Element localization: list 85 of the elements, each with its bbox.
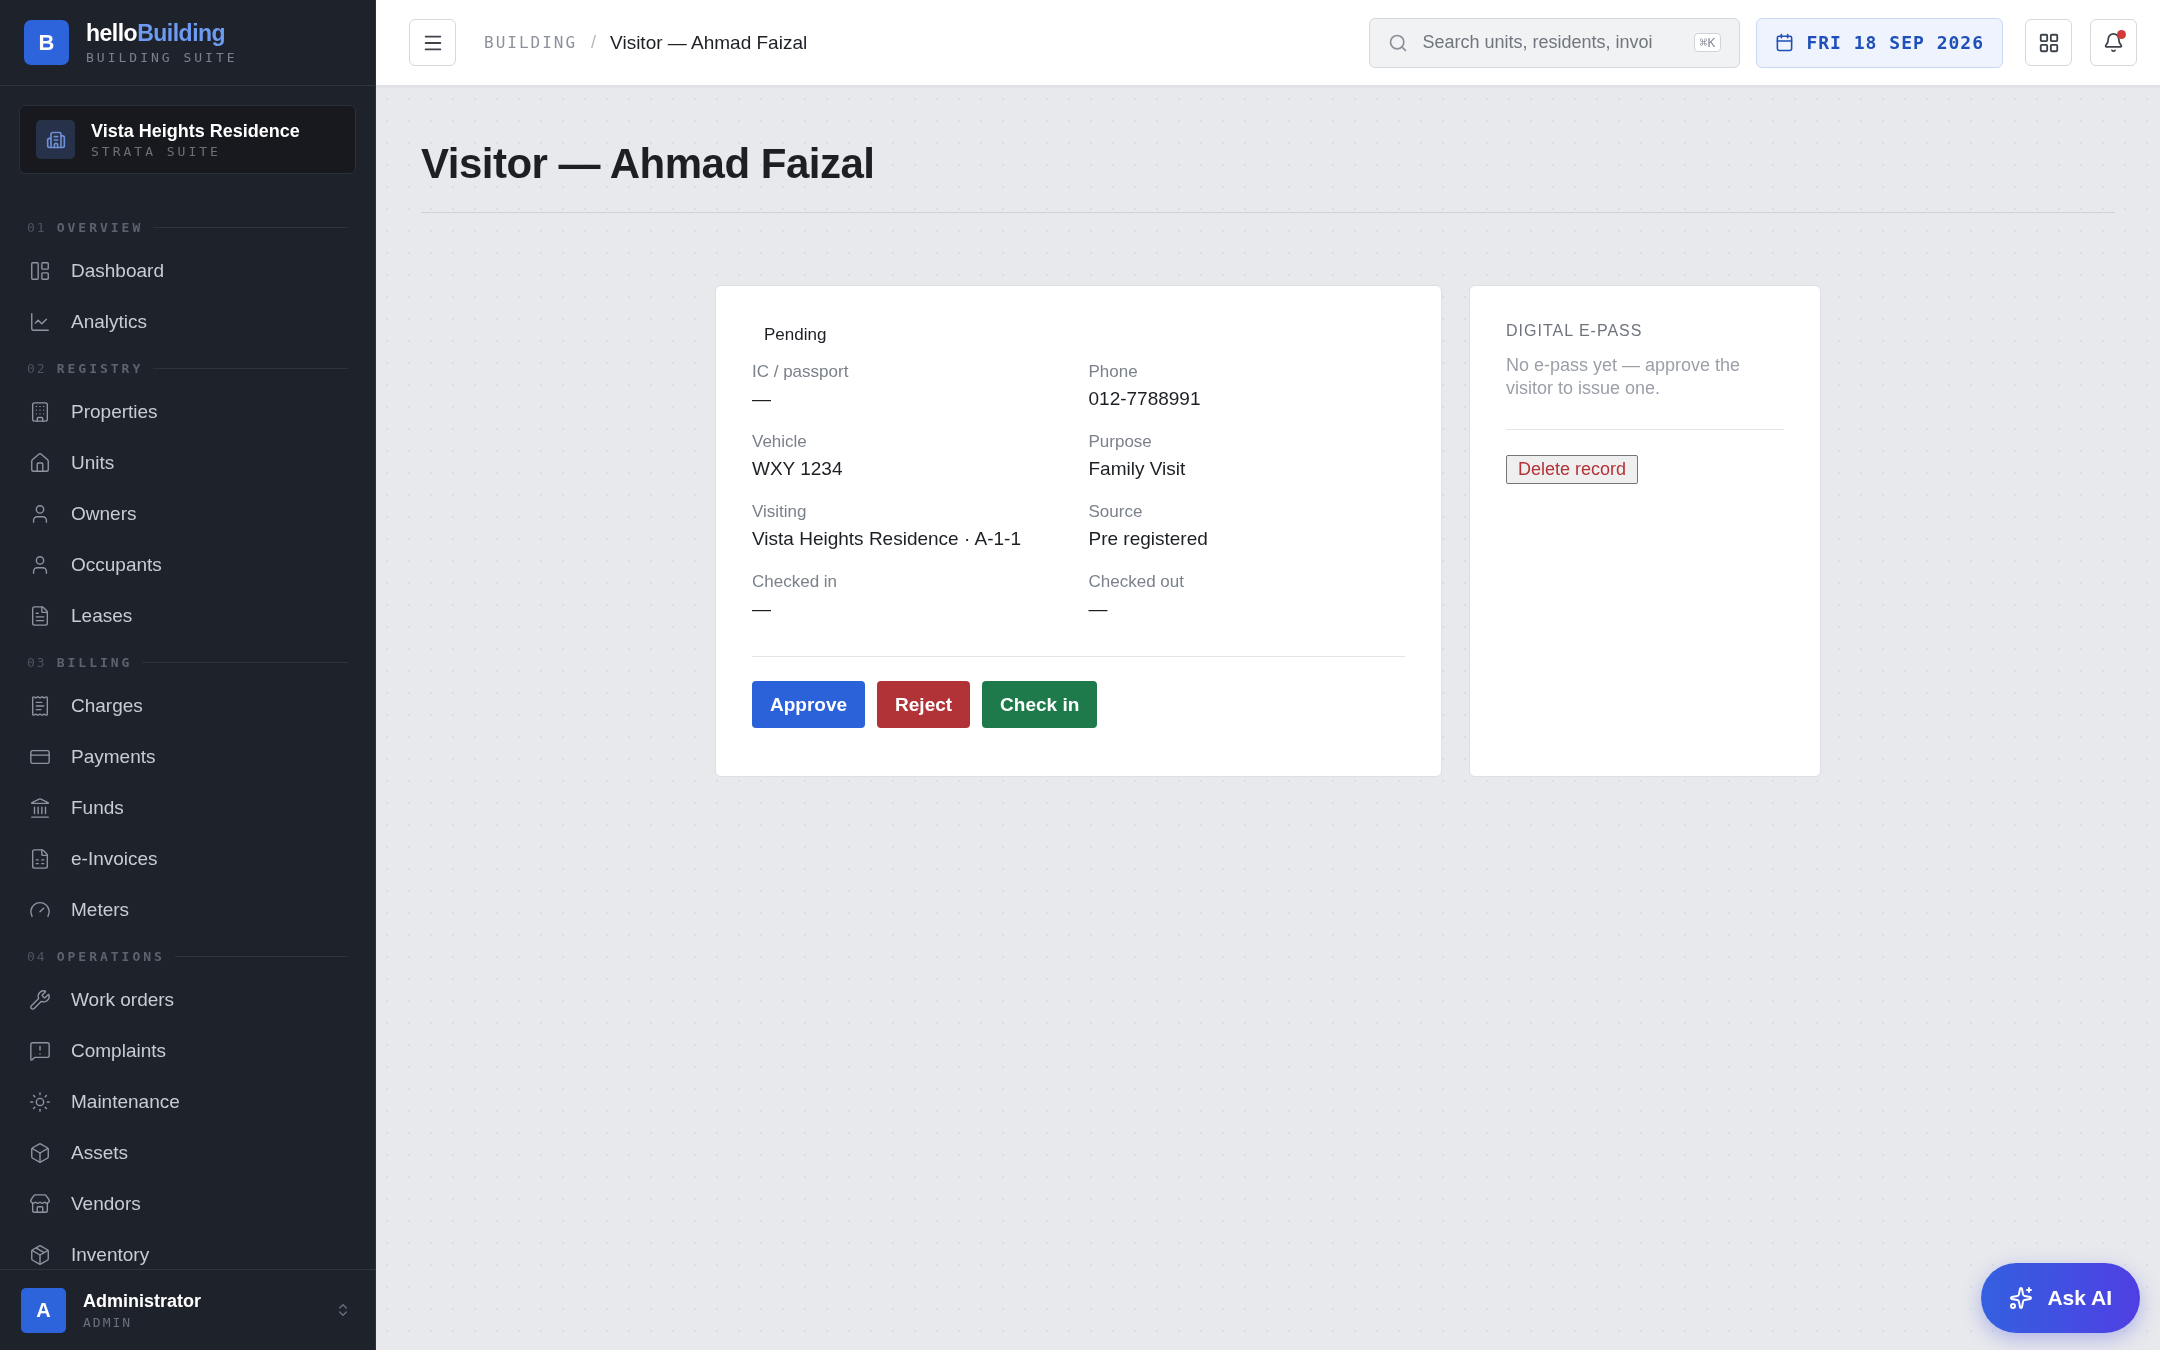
field-value: Vista Heights Residence · A-1-1 bbox=[752, 528, 1022, 550]
property-name: Vista Heights Residence bbox=[91, 120, 300, 142]
chart-icon bbox=[29, 310, 51, 333]
nav-item[interactable]: Work orders bbox=[0, 974, 375, 1025]
field-value: WXY 1234 bbox=[752, 458, 844, 480]
field-label: Vehicle bbox=[752, 432, 808, 452]
action-button[interactable]: Approve bbox=[752, 681, 866, 728]
nav-item[interactable]: Maintenance bbox=[0, 1076, 375, 1127]
user-menu[interactable]: A Administrator ADMIN bbox=[0, 1269, 375, 1350]
field-label: Purpose bbox=[1088, 432, 1153, 452]
epass-message: No e-pass yet — approve the visitor to issue one. bbox=[1506, 354, 1784, 430]
delete-button[interactable]: Delete record bbox=[1506, 455, 1639, 484]
nav-item[interactable]: Meters bbox=[0, 884, 375, 935]
nav-item[interactable]: Occupants bbox=[0, 539, 375, 590]
notifications-button[interactable] bbox=[2090, 19, 2137, 66]
search-input[interactable]: Search units, residents, invoi bbox=[1420, 31, 1682, 54]
message-icon bbox=[29, 1039, 51, 1062]
brand-subtitle: BUILDING SUITE bbox=[86, 50, 238, 65]
sun-icon bbox=[29, 1090, 51, 1113]
field-value: — bbox=[752, 598, 772, 620]
breadcrumb-item: Visitor — Ahmad Faizal bbox=[610, 31, 808, 54]
menu-button[interactable] bbox=[409, 19, 456, 66]
user-name: Administrator bbox=[83, 1290, 201, 1312]
sparkle-icon bbox=[2009, 1286, 2034, 1310]
nav-item[interactable]: Analytics bbox=[0, 296, 375, 347]
nav-item[interactable]: Charges bbox=[0, 680, 375, 731]
field-label: Checked in bbox=[752, 572, 839, 592]
store-icon bbox=[29, 1192, 51, 1215]
nav-item[interactable]: Vendors bbox=[0, 1178, 375, 1229]
field-value: Family Visit bbox=[1088, 458, 1187, 480]
field-label: Source bbox=[1088, 502, 1144, 522]
avatar: A bbox=[21, 1287, 66, 1333]
field-value: 012-7788991 bbox=[1088, 388, 1202, 410]
box-icon bbox=[29, 1141, 51, 1164]
field-value: Pre registered bbox=[1088, 528, 1209, 550]
nav-item[interactable]: Properties bbox=[0, 386, 375, 437]
nav-item[interactable]: Funds bbox=[0, 782, 375, 833]
action-button[interactable]: Check in bbox=[982, 681, 1098, 728]
nav-item[interactable]: Dashboard bbox=[0, 245, 375, 296]
user-role: ADMIN bbox=[83, 1314, 134, 1330]
action-button[interactable]: Reject bbox=[877, 681, 971, 728]
building-icon bbox=[36, 120, 75, 159]
document-icon bbox=[29, 604, 51, 627]
shortcut-hint: ⌘K bbox=[1693, 33, 1722, 52]
ask-ai-button[interactable]: Ask AI bbox=[1981, 1263, 2140, 1333]
grid-icon bbox=[2037, 31, 2060, 54]
field-value: — bbox=[752, 388, 772, 410]
card-title: DIGITAL E-PASS bbox=[1506, 322, 1644, 340]
calendar-icon bbox=[1775, 33, 1795, 52]
field-label: Visiting bbox=[752, 502, 808, 522]
property-switcher[interactable]: Vista Heights Residence STRATA SUITE bbox=[19, 105, 356, 174]
apps-button[interactable] bbox=[2025, 19, 2072, 66]
nav-item[interactable]: Assets bbox=[0, 1127, 375, 1178]
status-label: Pending bbox=[763, 324, 828, 346]
property-subtitle: STRATA SUITE bbox=[91, 143, 222, 159]
receipt-icon bbox=[29, 694, 51, 717]
field-label: Phone bbox=[1088, 362, 1139, 382]
page-title: Visitor — Ahmad Faizal bbox=[421, 140, 2115, 213]
package-icon bbox=[29, 1243, 51, 1266]
dashboard-icon bbox=[29, 259, 51, 282]
wrench-icon bbox=[29, 988, 51, 1011]
section-title: BILLING bbox=[56, 655, 133, 670]
section-title: REGISTRY bbox=[56, 361, 144, 376]
field-label: Checked out bbox=[1088, 572, 1185, 592]
nav-item[interactable]: Payments bbox=[0, 731, 375, 782]
nav-item[interactable]: Inventory bbox=[0, 1229, 375, 1269]
brand-name: helloBuilding bbox=[86, 20, 227, 47]
logo: B bbox=[24, 20, 69, 65]
section-title: OPERATIONS bbox=[56, 949, 165, 964]
nav-item[interactable]: e-Invoices bbox=[0, 833, 375, 884]
section-title: OVERVIEW bbox=[56, 220, 144, 235]
building-icon bbox=[29, 400, 51, 423]
date-button[interactable]: FRI 18 SEP 2026 bbox=[1756, 17, 2003, 68]
bell-icon bbox=[2103, 32, 2124, 53]
field-label: IC / passport bbox=[752, 362, 850, 382]
search-icon bbox=[1388, 32, 1409, 53]
nav-item[interactable]: Owners bbox=[0, 488, 375, 539]
field-value: — bbox=[1088, 598, 1109, 620]
breadcrumb-separator: / bbox=[591, 32, 597, 53]
nav-item[interactable]: Leases bbox=[0, 590, 375, 641]
nav-item[interactable]: Units bbox=[0, 437, 375, 488]
nav-item[interactable]: Complaints bbox=[0, 1025, 375, 1076]
house-icon bbox=[29, 451, 51, 474]
spreadsheet-icon bbox=[29, 847, 51, 870]
bank-icon bbox=[29, 796, 51, 819]
